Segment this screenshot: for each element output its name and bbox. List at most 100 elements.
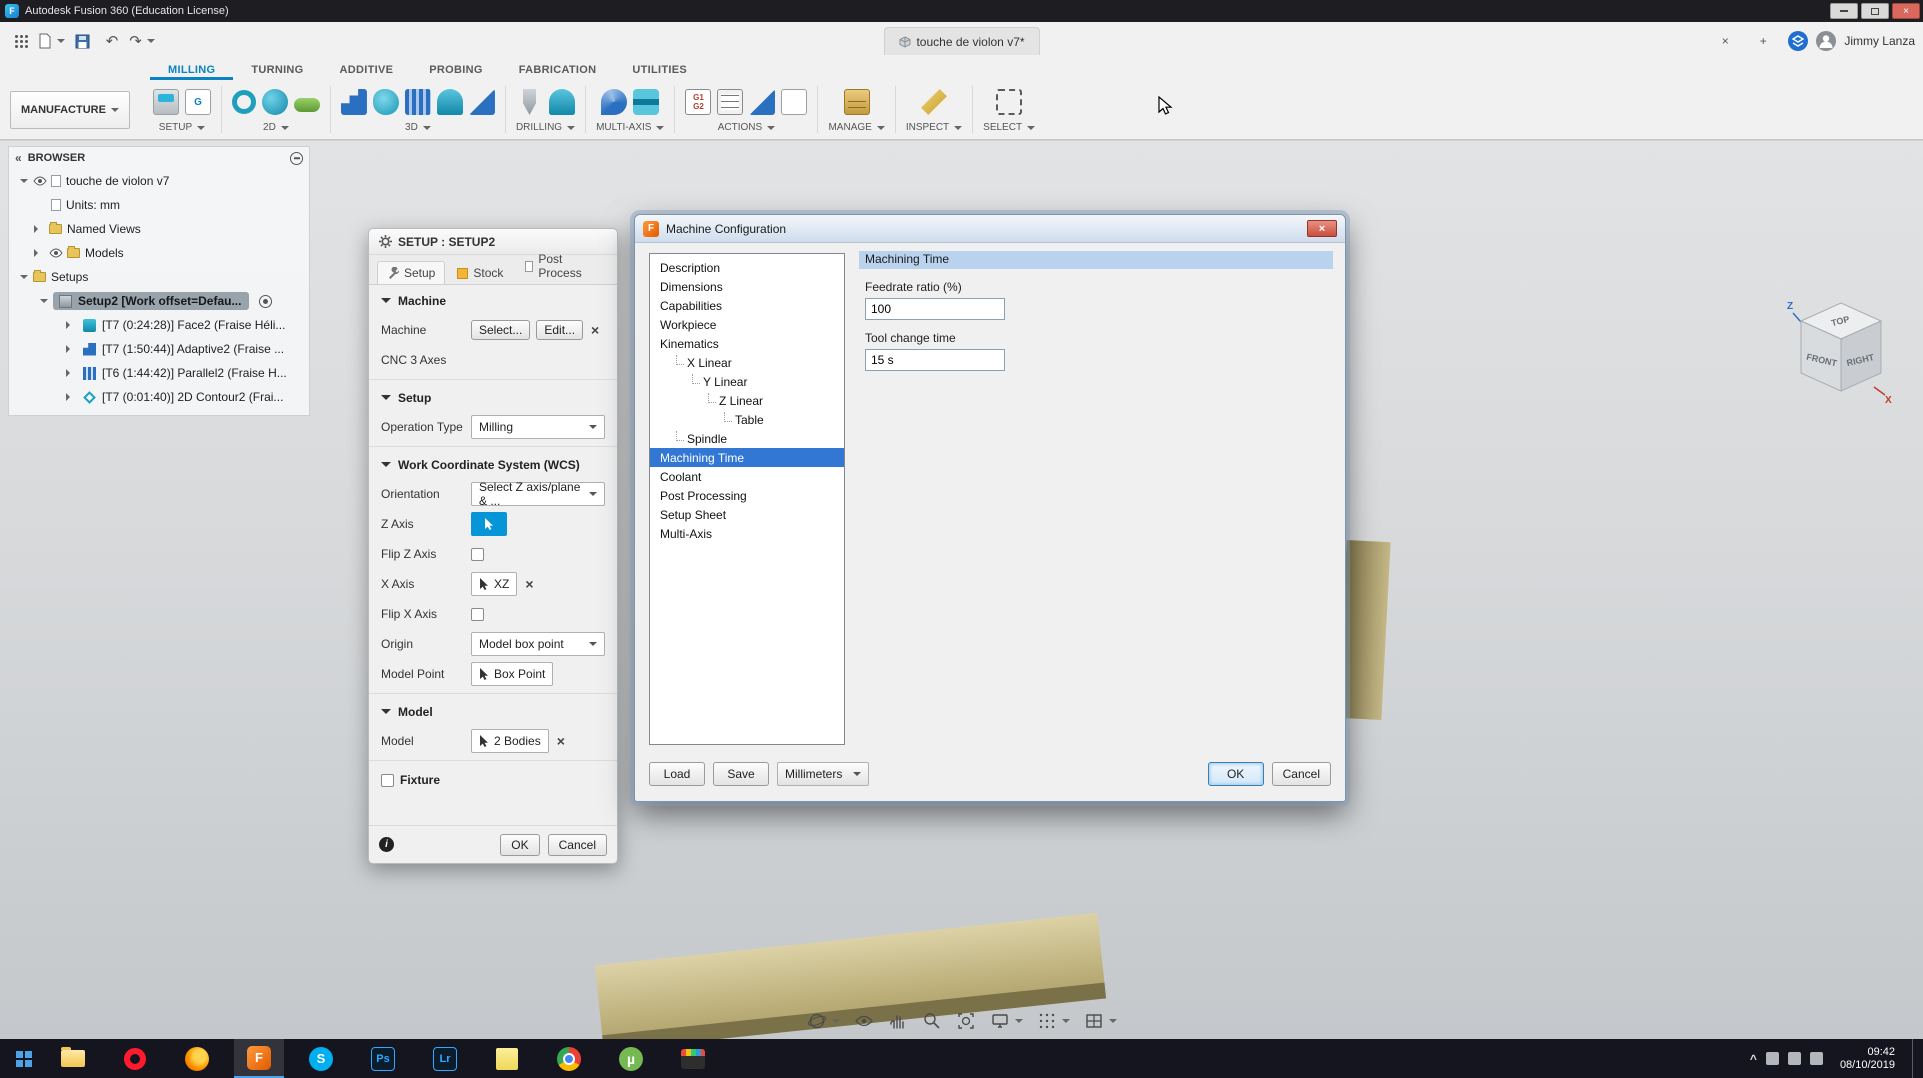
expander-closed-icon[interactable]: [66, 345, 74, 353]
pan-icon[interactable]: [886, 1009, 910, 1033]
utorrent-icon[interactable]: µ: [606, 1039, 656, 1078]
ribbon-group-setup-label[interactable]: SETUP: [159, 122, 205, 133]
redo-button[interactable]: ↷: [129, 28, 155, 54]
setup-ok-button[interactable]: OK: [500, 834, 539, 856]
workspace-selector[interactable]: MANUFACTURE: [10, 91, 130, 129]
feedrate-ratio-input[interactable]: [865, 298, 1005, 320]
tab-setup[interactable]: Setup: [377, 261, 445, 284]
browser-row-units[interactable]: Units: mm: [9, 193, 309, 217]
browser-dock-icon[interactable]: [290, 152, 303, 165]
photoshop-icon[interactable]: Ps: [358, 1039, 408, 1078]
window-minimize-button[interactable]: [1830, 3, 1858, 19]
skype-icon[interactable]: S: [296, 1039, 346, 1078]
ribbon-group-2d-label[interactable]: 2D: [263, 122, 289, 133]
z-axis-select-button[interactable]: [471, 512, 507, 536]
pocket-2d-icon[interactable]: [232, 90, 256, 114]
new-tab-icon[interactable]: +: [1750, 28, 1776, 54]
video-editor-icon[interactable]: [668, 1039, 718, 1078]
tab-probing[interactable]: PROBING: [411, 64, 500, 80]
visibility-eye-icon[interactable]: [33, 176, 47, 186]
window-close-button[interactable]: ×: [1892, 3, 1920, 19]
show-desktop-button[interactable]: [1912, 1039, 1919, 1078]
document-tab[interactable]: touche de violon v7*: [883, 27, 1039, 55]
close-tab-icon[interactable]: ×: [1712, 28, 1738, 54]
file-menu-button[interactable]: [38, 28, 65, 54]
dialog-titlebar[interactable]: F Machine Configuration ×: [635, 215, 1345, 243]
window-maximize-button[interactable]: [1861, 3, 1889, 19]
browser-row-operation[interactable]: [T7 (0:01:40)] 2D Contour2 (Frai...: [9, 385, 309, 409]
new-setup-icon[interactable]: [153, 89, 179, 115]
parallel-icon[interactable]: [405, 89, 431, 115]
tray-icon-2[interactable]: [1788, 1052, 1801, 1065]
section-collapse-icon[interactable]: [381, 395, 391, 405]
pocket-3d-icon[interactable]: [373, 89, 399, 115]
machine-select-button[interactable]: Select...: [471, 320, 530, 340]
model-clear-icon[interactable]: ×: [557, 733, 565, 749]
contour-2d-icon[interactable]: [262, 89, 288, 115]
user-avatar[interactable]: [1816, 31, 1836, 51]
fit-icon[interactable]: [954, 1009, 978, 1033]
active-setup-indicator-icon[interactable]: [259, 295, 272, 308]
ribbon-group-manage-label[interactable]: MANAGE: [828, 122, 884, 133]
browser-row-root[interactable]: touche de violon v7: [9, 169, 309, 193]
x-axis-select-button[interactable]: XZ: [471, 572, 517, 596]
visibility-eye-icon[interactable]: [49, 248, 63, 258]
tab-additive[interactable]: ADDITIVE: [322, 64, 412, 80]
x-axis-clear-icon[interactable]: ×: [525, 576, 533, 592]
tab-turning[interactable]: TURNING: [233, 64, 321, 80]
section-collapse-icon[interactable]: [381, 709, 391, 719]
load-button[interactable]: Load: [649, 762, 705, 786]
selected-setup-item[interactable]: Setup2 [Work offset=Defau...: [53, 292, 249, 310]
adaptive-clearing-icon[interactable]: [341, 89, 367, 115]
ribbon-group-inspect-label[interactable]: INSPECT: [906, 122, 962, 133]
app-grid-icon[interactable]: [8, 28, 34, 54]
config-tree-item-kinematics[interactable]: Kinematics: [650, 334, 844, 353]
orbit-icon[interactable]: [805, 1009, 842, 1033]
firefox-icon[interactable]: [172, 1039, 222, 1078]
tab-fabrication[interactable]: FABRICATION: [501, 64, 615, 80]
machine-edit-button[interactable]: Edit...: [536, 320, 583, 340]
config-tree-item-table[interactable]: Table: [650, 410, 844, 429]
info-icon[interactable]: i: [379, 837, 394, 852]
expander-open-icon[interactable]: [20, 275, 28, 283]
config-tree-item-multi-axis[interactable]: Multi-Axis: [650, 524, 844, 543]
expander-closed-icon[interactable]: [66, 321, 74, 329]
config-tree-item-dimensions[interactable]: Dimensions: [650, 277, 844, 296]
expander-open-icon[interactable]: [40, 299, 48, 307]
fixture-checkbox[interactable]: [381, 774, 394, 787]
expander-closed-icon[interactable]: [66, 369, 74, 377]
scallop-icon[interactable]: [437, 89, 463, 115]
machine-clear-icon[interactable]: ×: [591, 322, 599, 338]
config-ok-button[interactable]: OK: [1208, 762, 1264, 786]
model-select-button[interactable]: 2 Bodies: [471, 729, 549, 753]
config-tree-item-description[interactable]: Description: [650, 258, 844, 277]
origin-dropdown[interactable]: Model box point: [471, 632, 605, 656]
post-process-action-icon[interactable]: G1 G2: [685, 89, 711, 115]
config-tree-item-x-linear[interactable]: X Linear: [650, 353, 844, 372]
setup-section-header[interactable]: Setup: [381, 384, 605, 412]
config-cancel-button[interactable]: Cancel: [1272, 762, 1331, 786]
flip-z-checkbox[interactable]: [471, 548, 484, 561]
tab-milling[interactable]: MILLING: [150, 64, 233, 80]
user-name[interactable]: Jimmy Lanza: [1844, 34, 1915, 48]
swarf-icon[interactable]: [601, 89, 627, 115]
tray-icon-1[interactable]: [1766, 1052, 1779, 1065]
look-at-icon[interactable]: [852, 1009, 876, 1033]
selection-box-icon[interactable]: [996, 89, 1022, 115]
grid-and-snaps-icon[interactable]: [1035, 1009, 1072, 1033]
units-dropdown[interactable]: Millimeters: [777, 762, 869, 786]
config-tree-item-spindle[interactable]: Spindle: [650, 429, 844, 448]
zoom-icon[interactable]: [920, 1009, 944, 1033]
view-cube[interactable]: TOP FRONT RIGHT Z X: [1779, 291, 1899, 411]
browser-row-named-views[interactable]: Named Views: [9, 217, 309, 241]
config-tree-item-z-linear[interactable]: Z Linear: [650, 391, 844, 410]
tray-expand-icon[interactable]: ^: [1750, 1052, 1757, 1066]
dialog-close-button[interactable]: ×: [1307, 220, 1337, 237]
setup-sheet-icon[interactable]: [717, 89, 743, 115]
config-tree-item-machining-time[interactable]: Machining Time: [650, 448, 844, 467]
section-collapse-icon[interactable]: [381, 298, 391, 308]
tray-icon-3[interactable]: [1810, 1052, 1823, 1065]
ribbon-group-3d-label[interactable]: 3D: [405, 122, 431, 133]
expander-closed-icon[interactable]: [34, 225, 42, 233]
display-settings-icon[interactable]: [988, 1009, 1025, 1033]
